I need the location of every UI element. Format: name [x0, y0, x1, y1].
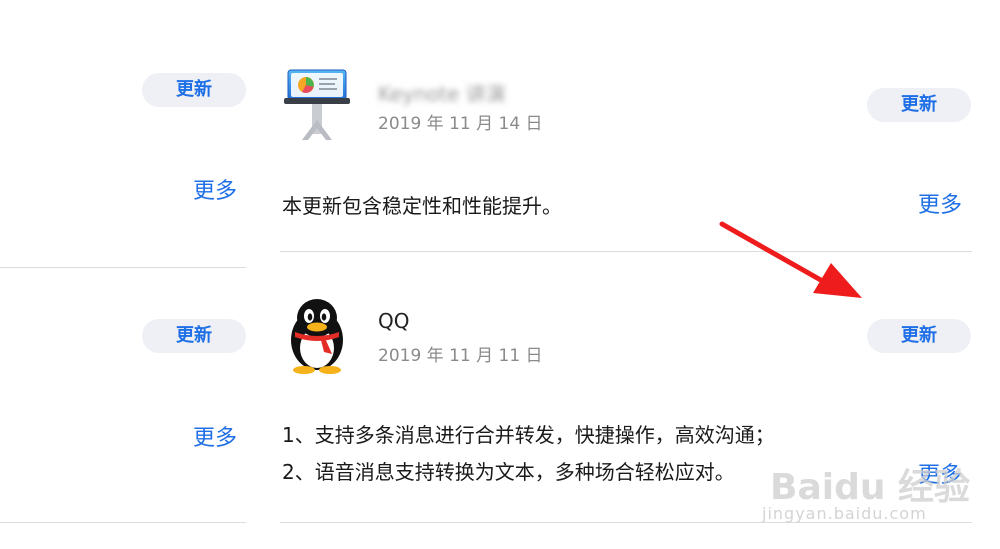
- baidu-jingyan-watermark: Baidu 经验 jingyan.baidu.com: [762, 438, 998, 548]
- app-store-updates-page: 更新 更多 更新 更多 Keynote 讲演 2019 年 11 月 14 日 …: [0, 0, 1000, 549]
- watermark-brand: Baidu 经验: [770, 467, 971, 508]
- watermark-url: jingyan.baidu.com: [762, 504, 927, 523]
